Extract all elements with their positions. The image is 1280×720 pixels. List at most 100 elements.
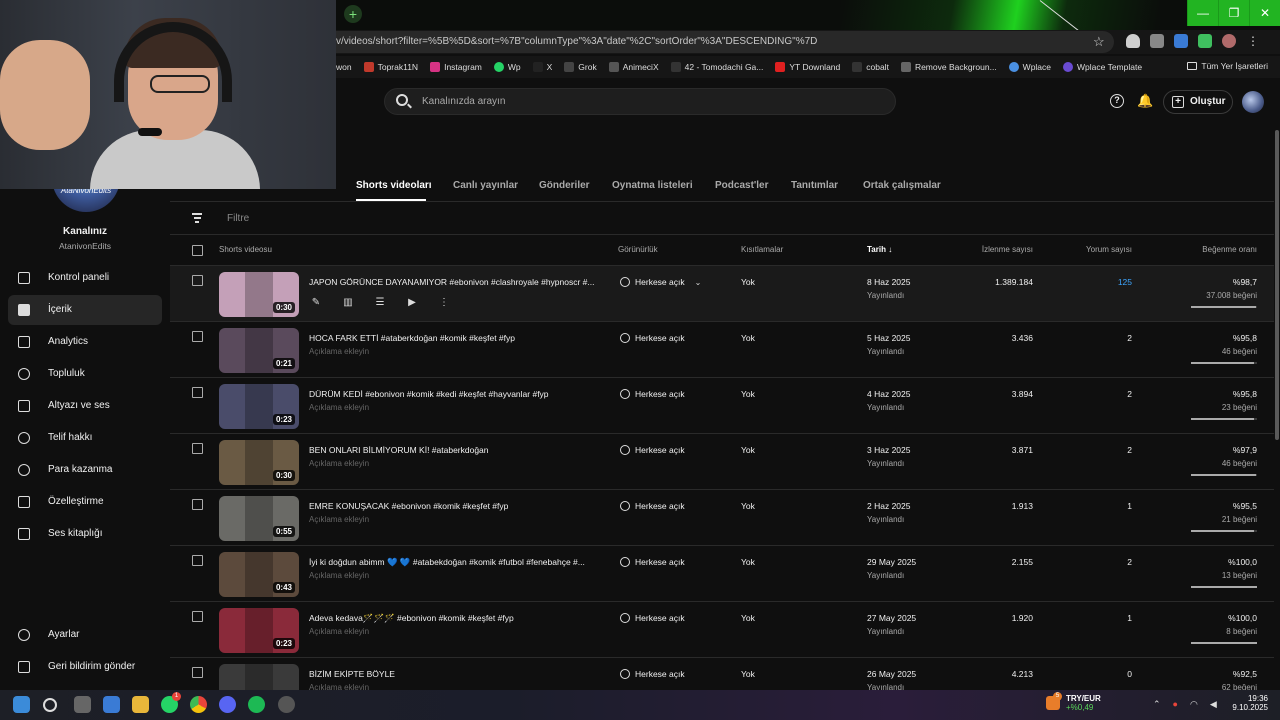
tab-podcasts[interactable]: Podcast'ler — [715, 180, 769, 191]
sidebar-item-settings[interactable]: Ayarlar — [8, 620, 162, 650]
sidebar-item-content[interactable]: İçerik — [8, 295, 162, 325]
visibility-dropdown[interactable]: Herkese açık — [620, 445, 685, 455]
new-tab-button[interactable]: + — [344, 5, 362, 23]
sidebar-item-audio-library[interactable]: Ses kitaplığı — [8, 519, 162, 549]
bookmark-item[interactable]: Instagram — [430, 62, 482, 72]
steam-icon[interactable] — [278, 696, 295, 713]
video-title[interactable]: HOCA FARK ETTİ #ataberkdoğan #komik #keş… — [309, 333, 515, 343]
sidebar-item-monetization[interactable]: Para kazanma — [8, 455, 162, 485]
all-bookmarks-folder[interactable]: Tüm Yer İşaretleri — [1187, 61, 1268, 71]
bookmark-item[interactable]: 42 - Tomodachi Ga... — [670, 62, 763, 72]
row-checkbox[interactable] — [192, 331, 203, 342]
bookmark-star-icon[interactable]: ☆ — [1093, 34, 1105, 50]
youtube-play-icon[interactable]: ▶ — [405, 296, 419, 310]
row-checkbox[interactable] — [192, 611, 203, 622]
video-description[interactable]: Açıklama ekleyin — [309, 515, 369, 524]
filter-icon[interactable] — [192, 213, 202, 225]
visibility-dropdown[interactable]: Herkese açık ⌄ — [620, 277, 701, 287]
spotify-icon[interactable] — [248, 696, 265, 713]
tab-collaborations[interactable]: Ortak çalışmalar — [863, 180, 941, 191]
profile-avatar-icon[interactable] — [1222, 34, 1236, 48]
column-header-date[interactable]: Tarih ↓ — [867, 245, 892, 254]
visibility-dropdown[interactable]: Herkese açık — [620, 669, 685, 679]
microphone-icon[interactable]: ● — [1173, 699, 1178, 710]
tab-promotions[interactable]: Tanıtımlar — [791, 180, 838, 191]
bookmark-item[interactable]: Grok — [564, 62, 597, 72]
file-explorer-icon[interactable] — [132, 696, 149, 713]
video-title[interactable]: Adeva kedava🪄🪄🪄 #ebonivon #komik #keşfet… — [309, 613, 514, 624]
chevron-down-icon[interactable]: ⌄ — [695, 278, 702, 287]
volume-icon[interactable]: ◀ — [1210, 699, 1217, 710]
row-checkbox[interactable] — [192, 387, 203, 398]
tab-posts[interactable]: Gönderiler — [539, 180, 590, 191]
taskbar-clock[interactable]: 19:36 9.10.2025 — [1226, 694, 1268, 712]
bookmark-item[interactable]: won — [336, 62, 352, 72]
puzzle-extension-icon[interactable] — [1198, 34, 1212, 48]
row-checkbox[interactable] — [192, 667, 203, 678]
comments-icon[interactable]: ☰ — [373, 296, 387, 310]
sidebar-item-analytics[interactable]: Analytics — [8, 327, 162, 357]
sidebar-item-subtitles[interactable]: Altyazı ve ses — [8, 391, 162, 421]
bookmark-item[interactable]: cobalt — [852, 62, 889, 72]
table-row[interactable]: 0:43 İyi ki doğdun abimm 💙 💙 #atabekdoğan… — [170, 546, 1274, 602]
video-description[interactable]: Açıklama ekleyin — [309, 571, 369, 580]
tab-shorts[interactable]: Shorts videoları — [356, 180, 432, 191]
minimize-icon[interactable]: — — [1187, 0, 1218, 26]
discord-icon[interactable] — [219, 696, 236, 713]
tab-playlists[interactable]: Oynatma listeleri — [612, 180, 693, 191]
video-thumbnail[interactable]: 0:43 — [219, 552, 299, 597]
restore-icon[interactable]: ❐ — [1218, 0, 1249, 26]
content-scrollbar[interactable] — [1274, 124, 1280, 690]
video-title[interactable]: İyi ki doğdun abimm 💙 💙 #atabekdoğan #ko… — [309, 557, 585, 568]
notifications-bell-icon[interactable]: 🔔 — [1137, 93, 1153, 109]
row-checkbox[interactable] — [192, 443, 203, 454]
url-field[interactable]: v/videos/short?filter=%5B%5D&sort=%7B"co… — [300, 31, 1114, 53]
row-checkbox[interactable] — [192, 555, 203, 566]
video-thumbnail[interactable]: 0:23 — [219, 608, 299, 653]
video-thumbnail[interactable]: 0:23 — [219, 384, 299, 429]
scrollbar-thumb[interactable] — [1275, 130, 1279, 440]
video-title[interactable]: EMRE KONUŞACAK #ebonivon #komik #keşfet … — [309, 501, 508, 511]
visibility-dropdown[interactable]: Herkese açık — [620, 613, 685, 623]
bookmark-item[interactable]: Wp — [493, 62, 521, 72]
video-thumbnail[interactable]: 0:30 — [219, 272, 299, 317]
tab-live[interactable]: Canlı yayınlar — [453, 180, 518, 191]
row-checkbox[interactable] — [192, 275, 203, 286]
video-description[interactable]: Açıklama ekleyin — [309, 627, 369, 636]
visibility-dropdown[interactable]: Herkese açık — [620, 557, 685, 567]
bookmark-item[interactable]: Remove Backgroun... — [900, 62, 997, 72]
bookmark-item[interactable]: Toprak11N — [363, 62, 418, 72]
analytics-bars-icon[interactable]: ▥ — [341, 296, 355, 310]
sidebar-item-feedback[interactable]: Geri bildirim gönder — [8, 652, 162, 682]
create-button[interactable]: + Oluştur — [1163, 90, 1233, 114]
table-row[interactable]: 0:23 Adeva kedava🪄🪄🪄 #ebonivon #komik #ke… — [170, 602, 1274, 658]
close-window-icon[interactable]: ✕ — [1249, 0, 1280, 26]
bookmark-item[interactable]: Wplace — [1008, 62, 1051, 72]
video-title[interactable]: JAPON GÖRÜNCE DAYANAMIYOR #ebonivon #cla… — [309, 277, 594, 287]
bookmark-item[interactable]: Wplace Template — [1063, 62, 1142, 72]
sidebar-item-community[interactable]: Topluluk — [8, 359, 162, 389]
windows-start-icon[interactable] — [13, 696, 30, 713]
shield-extension-icon[interactable] — [1126, 34, 1140, 48]
sidebar-item-dashboard[interactable]: Kontrol paneli — [8, 263, 162, 293]
wifi-icon[interactable]: ◠ — [1190, 699, 1198, 710]
video-thumbnail[interactable]: 0:55 — [219, 496, 299, 541]
chrome-icon[interactable] — [190, 696, 207, 713]
bookmark-item[interactable]: YT Downland — [775, 62, 840, 72]
video-thumbnail[interactable]: 0:21 — [219, 328, 299, 373]
filter-input[interactable]: Filtre — [227, 213, 249, 224]
menu-dots-icon[interactable]: ⋮ — [1246, 34, 1260, 48]
sidebar-item-customization[interactable]: Özelleştirme — [8, 487, 162, 517]
video-title[interactable]: DÜRÜM KEDİ #ebonivon #komik #kedi #keşfe… — [309, 389, 549, 399]
video-description[interactable]: Açıklama ekleyin — [309, 403, 369, 412]
comment-count[interactable]: 125 — [1118, 277, 1132, 287]
taskbar-search-icon[interactable] — [43, 698, 57, 712]
translate-extension-icon[interactable] — [1174, 34, 1188, 48]
table-row[interactable]: 0:55 EMRE KONUŞACAK #ebonivon #komik #keş… — [170, 490, 1274, 546]
screenshot-extension-icon[interactable] — [1150, 34, 1164, 48]
widgets-icon[interactable] — [103, 696, 120, 713]
video-thumbnail[interactable]: 0:30 — [219, 440, 299, 485]
bookmark-item[interactable]: AnimeciX — [608, 62, 659, 72]
video-description[interactable]: Açıklama ekleyin — [309, 347, 369, 356]
visibility-dropdown[interactable]: Herkese açık — [620, 389, 685, 399]
